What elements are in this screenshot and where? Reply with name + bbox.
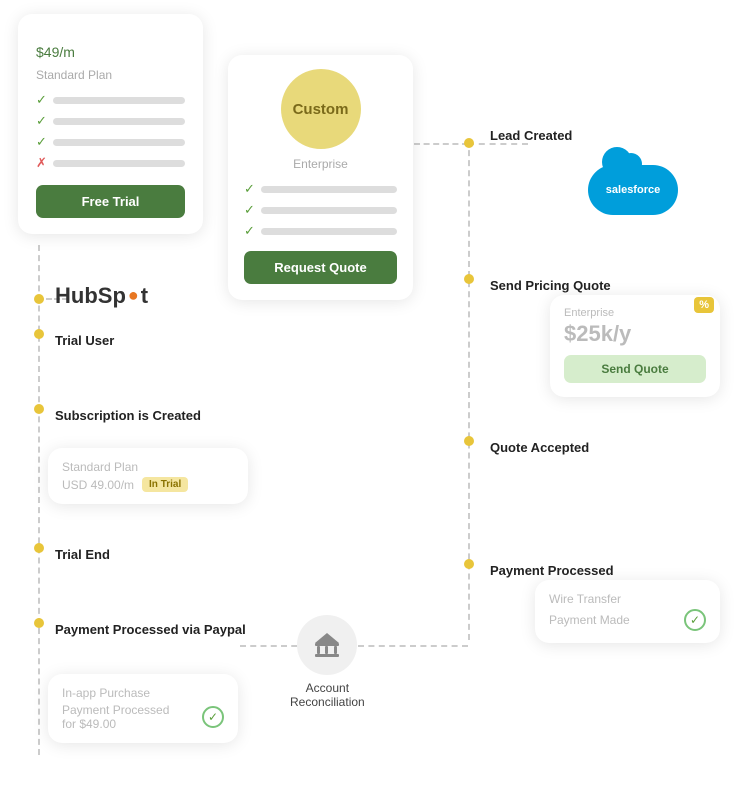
payment-label: In-app Purchase	[62, 686, 224, 700]
payment-row: Payment Processed for $49.00 ✓	[62, 703, 224, 731]
ent-bar-3	[261, 228, 397, 235]
standard-plan-name: Standard Plan	[36, 68, 185, 82]
ent-bar-1	[261, 186, 397, 193]
enterprise-card: Custom Enterprise ✓ ✓ ✓ Request Quote	[228, 55, 413, 300]
enterprise-plan-name: Enterprise	[244, 157, 397, 171]
payment-card: In-app Purchase Payment Processed for $4…	[48, 674, 238, 743]
ent-check-3: ✓	[244, 223, 255, 239]
dot-paypal	[34, 618, 44, 628]
payment-check-icon: ✓	[202, 706, 224, 728]
dot-hubspot	[34, 294, 44, 304]
cross-icon-1: ✗	[36, 155, 47, 171]
dot-subscription	[34, 404, 44, 414]
check-icon-1: ✓	[36, 92, 47, 108]
hubspot-t: t	[141, 283, 148, 309]
feature-1: ✓	[36, 92, 185, 108]
feature-bar-2	[53, 118, 185, 125]
pricing-enterprise-label: Enterprise	[564, 307, 706, 319]
ent-feature-1: ✓	[244, 181, 397, 197]
feature-3: ✓	[36, 134, 185, 150]
label-quote-accepted: Quote Accepted	[490, 440, 589, 455]
timeline-line-left	[38, 245, 40, 755]
dot-quote-accepted	[464, 436, 474, 446]
hubspot-logo: HubSp ● t	[55, 283, 148, 309]
check-icon-2: ✓	[36, 113, 47, 129]
pricing-amount: $25k/y	[564, 321, 706, 347]
percent-badge: %	[694, 297, 714, 313]
send-quote-button[interactable]: Send Quote	[564, 355, 706, 383]
dot-trial-end	[34, 543, 44, 553]
feature-bar-1	[53, 97, 185, 104]
feature-2: ✓	[36, 113, 185, 129]
custom-badge: Custom	[281, 69, 361, 149]
ent-bar-2	[261, 207, 397, 214]
standard-price: $49/m	[36, 32, 185, 64]
label-send-pricing-quote: Send Pricing Quote	[490, 278, 611, 293]
sub-price: USD 49.00/m	[62, 478, 134, 492]
recon-icon	[297, 615, 357, 675]
pricing-wrap: Enterprise $25k/y Send Quote %	[564, 307, 706, 383]
label-payment-paypal: Payment Processed via Paypal	[55, 622, 246, 637]
wire-transfer-card: Wire Transfer Payment Made ✓	[535, 580, 720, 643]
salesforce-logo: salesforce	[588, 165, 678, 215]
horiz-line-recon-right	[358, 645, 468, 647]
ent-check-2: ✓	[244, 202, 255, 218]
sub-plan-label: Standard Plan	[62, 460, 234, 474]
recon-label: AccountReconciliation	[290, 681, 365, 709]
bank-icon	[311, 629, 343, 661]
wire-status: Payment Made	[549, 613, 630, 627]
standard-plan-card: $49/m Standard Plan ✓ ✓ ✓ ✗ Free Trial	[18, 14, 203, 234]
pricing-quote-card: Enterprise $25k/y Send Quote %	[550, 295, 720, 397]
ent-feature-3: ✓	[244, 223, 397, 239]
wire-label: Wire Transfer	[549, 592, 706, 606]
ent-feature-2: ✓	[244, 202, 397, 218]
subscription-card: Standard Plan USD 49.00/m In Trial	[48, 448, 248, 504]
dot-payment-processed	[464, 559, 474, 569]
request-quote-button[interactable]: Request Quote	[244, 251, 397, 284]
ent-check-1: ✓	[244, 181, 255, 197]
hubspot-circle-icon: ●	[128, 285, 139, 306]
dot-lead-created	[464, 138, 474, 148]
payment-status: Payment Processed	[62, 703, 169, 717]
check-icon-3: ✓	[36, 134, 47, 150]
payment-detail: for $49.00	[62, 717, 169, 731]
feature-bar-4	[53, 160, 185, 167]
label-trial-end: Trial End	[55, 547, 110, 562]
horiz-line-lead	[468, 143, 528, 145]
horiz-line-enterprise	[414, 143, 468, 145]
free-trial-button[interactable]: Free Trial	[36, 185, 185, 218]
account-reconciliation: AccountReconciliation	[290, 615, 365, 709]
label-payment-processed-right: Payment Processed	[490, 563, 614, 578]
in-trial-badge: In Trial	[142, 477, 188, 492]
wire-check-icon: ✓	[684, 609, 706, 631]
per-month: /m	[59, 44, 75, 60]
dot-trial-user	[34, 329, 44, 339]
main-container: $49/m Standard Plan ✓ ✓ ✓ ✗ Free Trial C…	[0, 0, 736, 808]
hubspot-word: HubSp	[55, 283, 126, 309]
label-lead-created: Lead Created	[490, 128, 572, 143]
wire-row: Payment Made ✓	[549, 609, 706, 631]
sub-price-row: USD 49.00/m In Trial	[62, 477, 234, 492]
label-subscription-created: Subscription is Created	[55, 408, 201, 423]
label-trial-user: Trial User	[55, 333, 114, 348]
dot-send-quote	[464, 274, 474, 284]
feature-4: ✗	[36, 155, 185, 171]
feature-bar-3	[53, 139, 185, 146]
